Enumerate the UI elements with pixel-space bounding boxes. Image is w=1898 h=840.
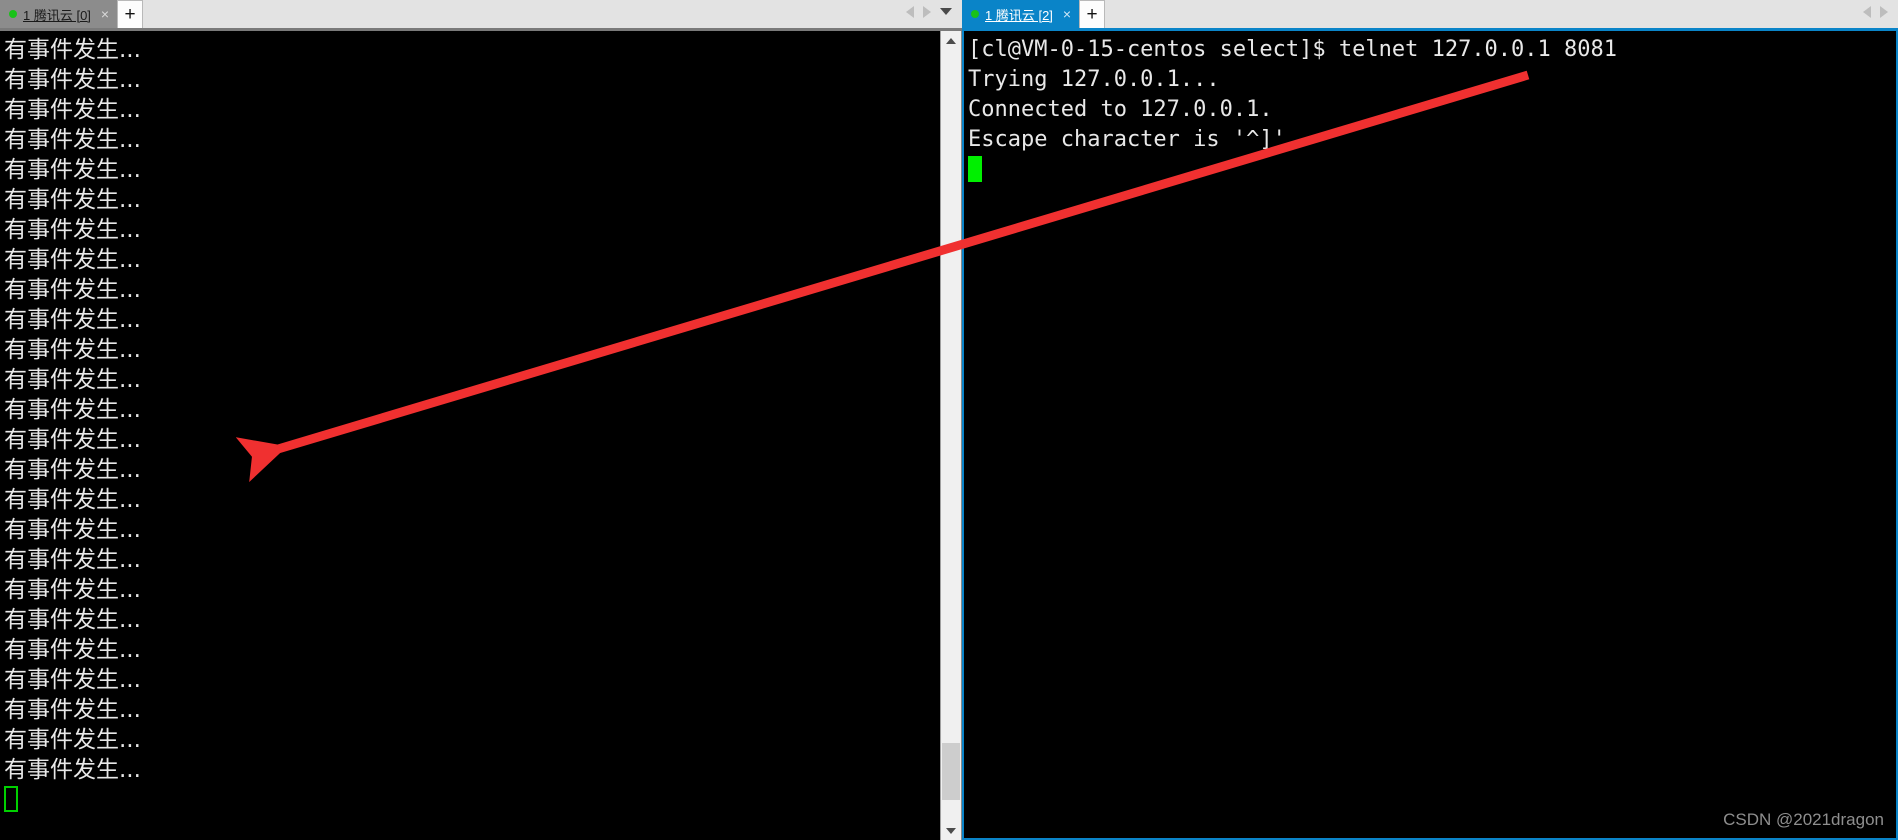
caret-up-icon [946, 37, 956, 44]
watermark-text: CSDN @2021dragon [1723, 810, 1884, 829]
terminal-cursor-line [4, 785, 940, 815]
terminal-output-left[interactable]: 有事件发生... 有事件发生... 有事件发生... 有事件发生... 有事件发生...… [0, 31, 940, 840]
scrollbar-up-button[interactable] [941, 31, 961, 50]
terminal-line: 有事件发生... [4, 67, 141, 93]
terminal-line: 有事件发生... [4, 397, 141, 423]
terminal-line: 有事件发生... [4, 697, 141, 723]
terminal-line: 有事件发生... [4, 127, 141, 153]
terminal-line: 有事件发生... [4, 727, 141, 753]
terminal-line: 有事件发生... [4, 547, 141, 573]
terminal-line: 有事件发生... [4, 367, 141, 393]
connection-status-dot-icon [9, 10, 17, 18]
terminal-line: 有事件发生... [4, 97, 141, 123]
tab-bar-spacer [143, 27, 906, 28]
terminal-area-right: [cl@VM-0-15-centos select]$ telnet 127.0… [962, 31, 1898, 840]
terminal-line: [cl@VM-0-15-centos select]$ telnet 127.0… [968, 37, 1618, 62]
tab-right-tencent-cloud-2[interactable]: 1 腾讯云 [2] × [962, 0, 1080, 28]
terminal-line: 有事件发生... [4, 577, 141, 603]
caret-down-icon [946, 827, 956, 834]
tab-nav-right [1863, 0, 1898, 28]
terminal-line: 有事件发生... [4, 517, 141, 543]
terminal-line: 有事件发生... [4, 247, 141, 273]
tab-bar-spacer [1105, 27, 1863, 28]
new-tab-button-right[interactable]: + [1079, 0, 1106, 28]
terminal-line: 有事件发生... [4, 487, 141, 513]
close-icon[interactable]: × [97, 7, 109, 21]
chevron-right-icon[interactable] [1880, 5, 1888, 18]
close-icon[interactable]: × [1059, 7, 1071, 21]
terminal-line: 有事件发生... [4, 607, 141, 633]
tab-bar-right: 1 腾讯云 [2] × + [962, 0, 1898, 31]
tab-label: 1 腾讯云 [2] [985, 7, 1053, 23]
chevron-left-icon[interactable] [906, 5, 914, 18]
terminal-cursor [4, 786, 18, 812]
terminal-line: 有事件发生... [4, 277, 141, 303]
chevron-right-icon[interactable] [923, 5, 931, 18]
tab-bar-left: 1 腾讯云 [0] × + [0, 0, 962, 31]
terminal-line: 有事件发生... [4, 337, 141, 363]
terminal-cursor-line [968, 155, 1896, 185]
terminal-cursor [968, 156, 982, 182]
terminal-line: 有事件发生... [4, 757, 141, 783]
chevron-left-icon[interactable] [1863, 5, 1871, 18]
terminal-line: Escape character is '^]'. [968, 127, 1300, 152]
chevron-down-icon[interactable] [940, 8, 952, 15]
scrollbar-thumb[interactable] [942, 742, 960, 800]
terminal-line: 有事件发生... [4, 427, 141, 453]
tab-nav-left [906, 0, 962, 28]
terminal-line: 有事件发生... [4, 157, 141, 183]
terminal-line: 有事件发生... [4, 217, 141, 243]
terminal-line: 有事件发生... [4, 307, 141, 333]
terminal-line: 有事件发生... [4, 37, 141, 63]
tab-label: 1 腾讯云 [0] [23, 7, 91, 23]
app-root: 1 腾讯云 [0] × + 有事件发生... 有事件发生... 有事件发生... 有事… [0, 0, 1898, 840]
terminal-output-right[interactable]: [cl@VM-0-15-centos select]$ telnet 127.0… [964, 31, 1896, 838]
terminal-line: Trying 127.0.0.1... [968, 67, 1220, 92]
terminal-panel-right: 1 腾讯云 [2] × + [cl@VM-0-15-centos select]… [962, 0, 1898, 840]
new-tab-button-left[interactable]: + [117, 0, 144, 28]
terminal-line: 有事件发生... [4, 187, 141, 213]
terminal-line: 有事件发生... [4, 457, 141, 483]
terminal-line: Connected to 127.0.0.1. [968, 97, 1273, 122]
terminal-line: 有事件发生... [4, 637, 141, 663]
terminal-line: 有事件发生... [4, 667, 141, 693]
tab-left-tencent-cloud-0[interactable]: 1 腾讯云 [0] × [0, 0, 118, 28]
scrollbar-left[interactable] [940, 31, 961, 840]
terminal-panel-left: 1 腾讯云 [0] × + 有事件发生... 有事件发生... 有事件发生... 有事… [0, 0, 962, 840]
scrollbar-down-button[interactable] [941, 821, 961, 840]
terminal-area-left: 有事件发生... 有事件发生... 有事件发生... 有事件发生... 有事件发生...… [0, 31, 962, 840]
connection-status-dot-icon [971, 10, 979, 18]
